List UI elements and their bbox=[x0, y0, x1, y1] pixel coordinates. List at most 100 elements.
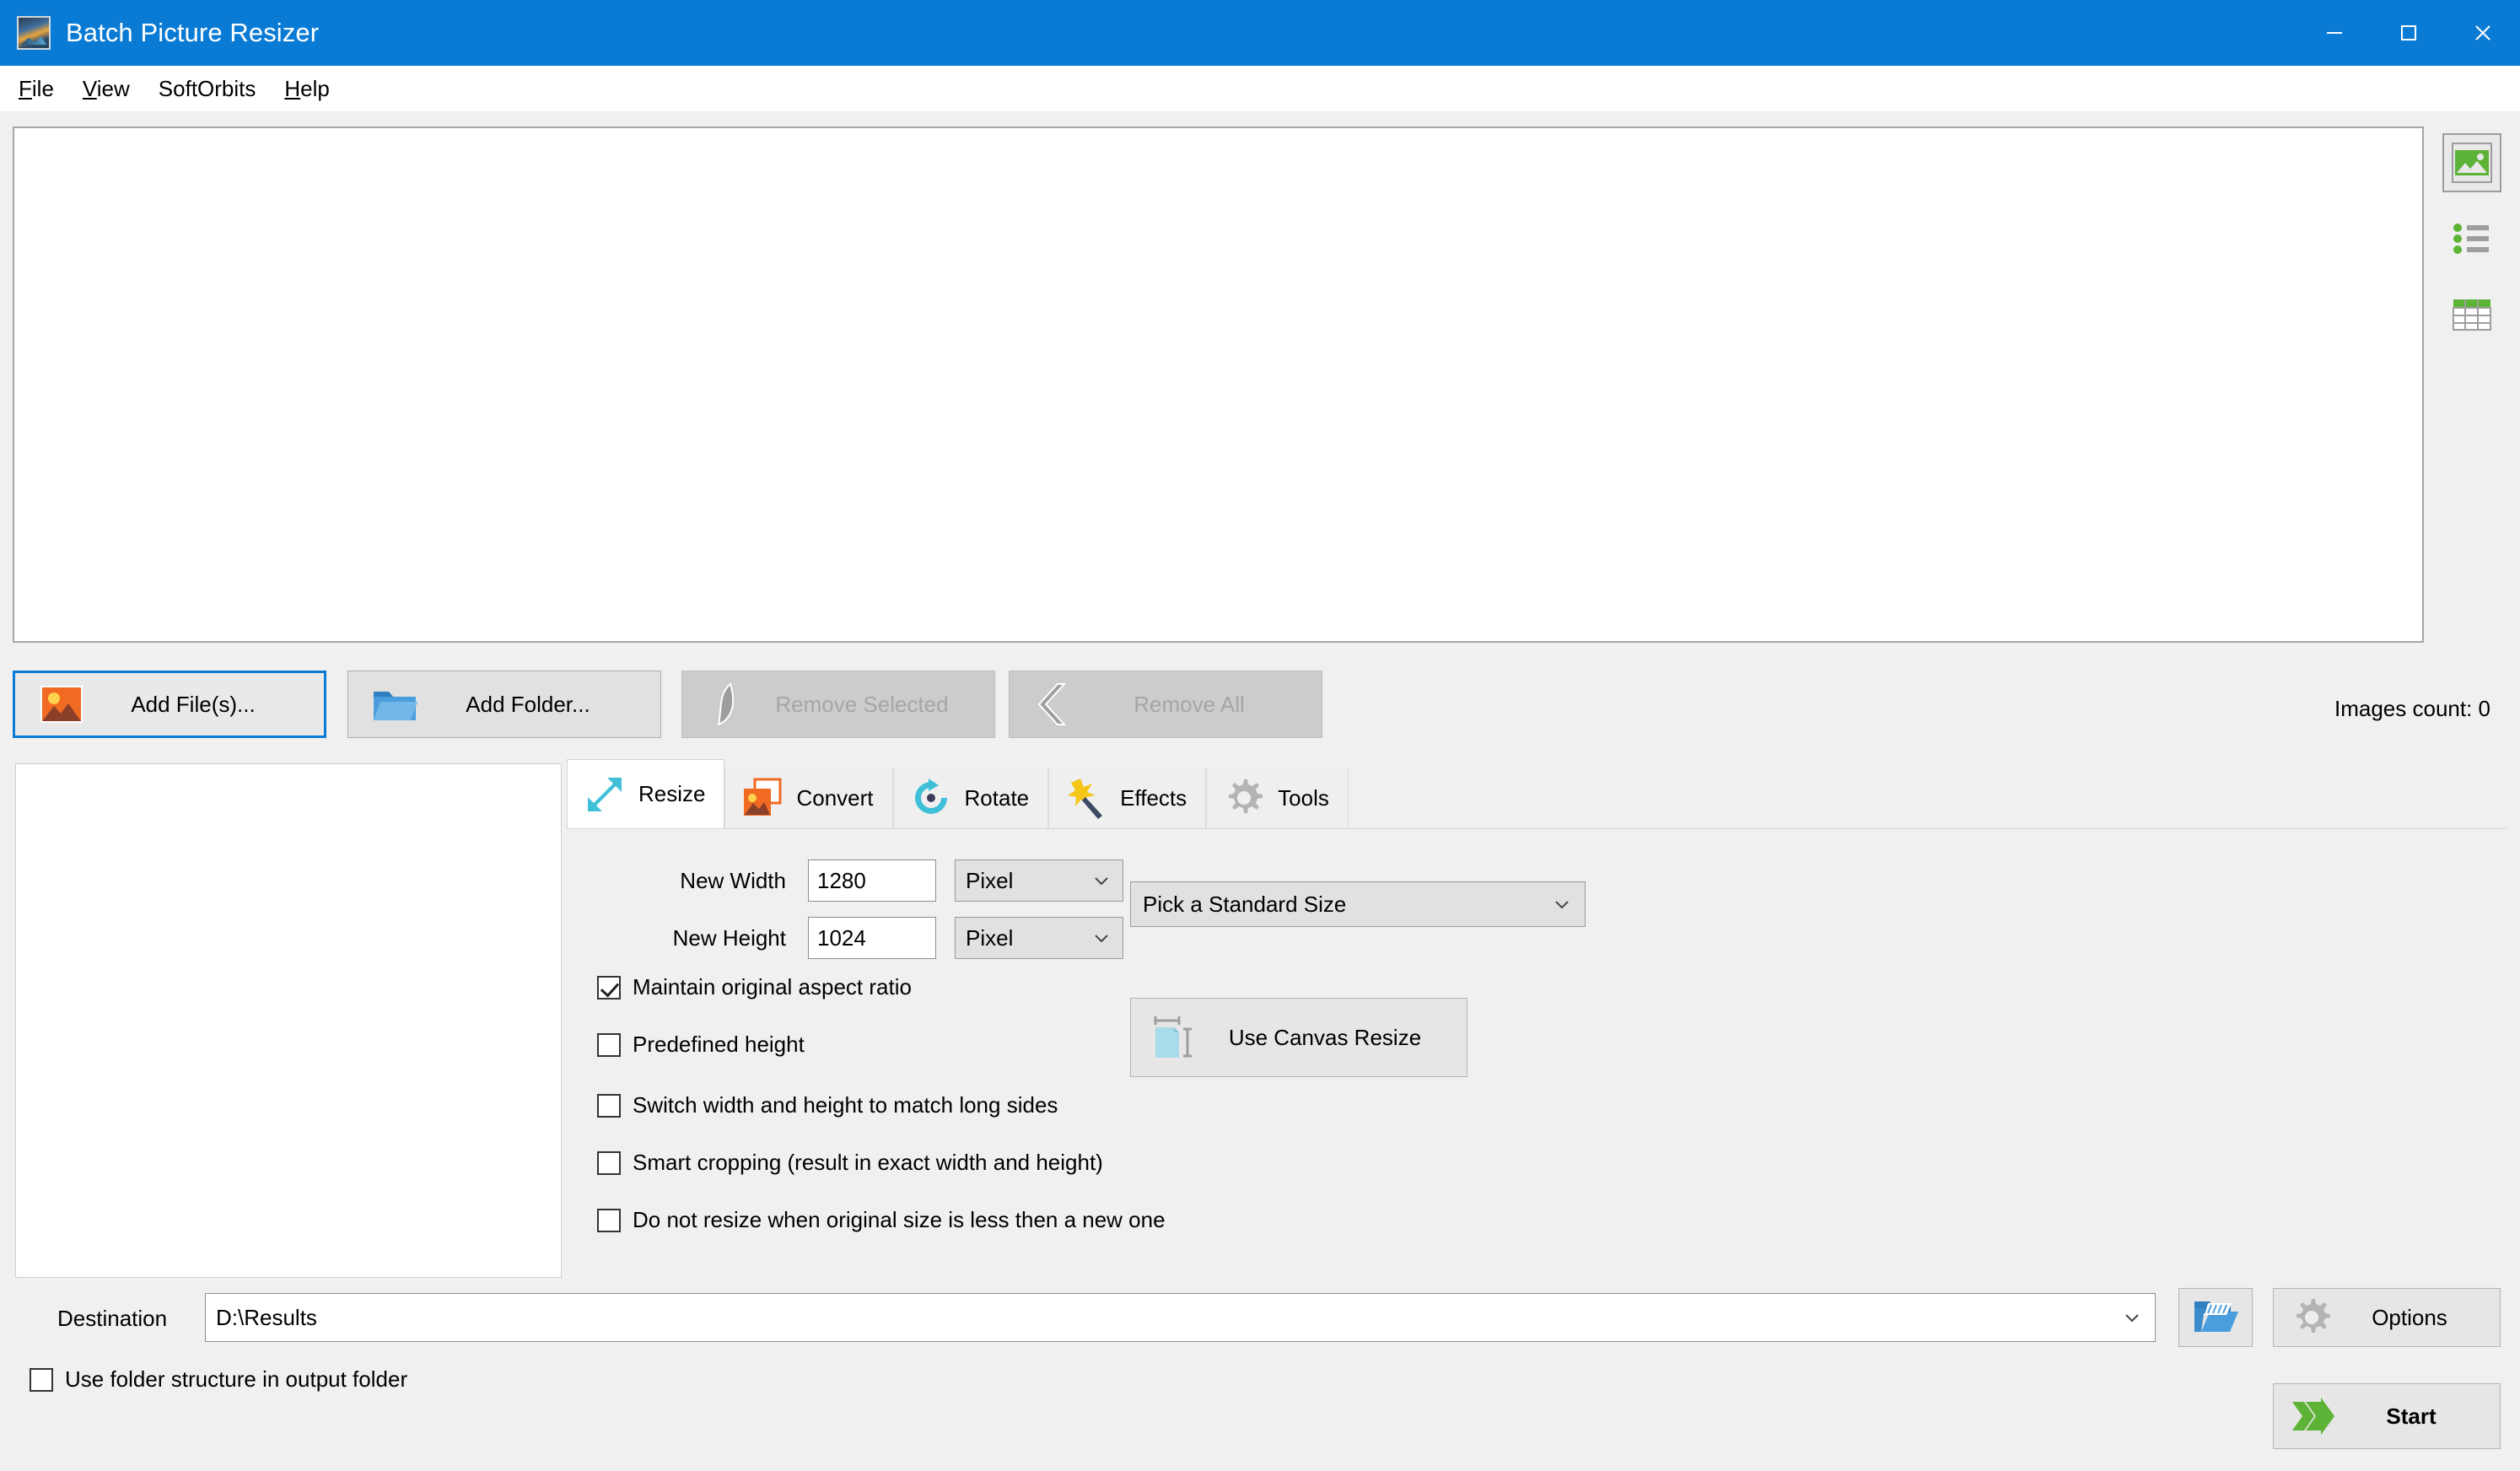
window-title: Batch Picture Resizer bbox=[66, 18, 320, 47]
options-label: Options bbox=[2372, 1304, 2447, 1330]
add-files-button[interactable]: Add File(s)... bbox=[13, 671, 326, 738]
options-button[interactable]: Options bbox=[2273, 1288, 2501, 1347]
file-list-box[interactable] bbox=[13, 127, 2424, 643]
menu-item-view[interactable]: View bbox=[68, 71, 144, 107]
menu-item-file-rest: ile bbox=[31, 75, 54, 101]
tab-tools-label: Tools bbox=[1278, 784, 1329, 811]
new-width-unit-value: Pixel bbox=[966, 867, 1014, 893]
chevron-down-icon bbox=[1551, 893, 1573, 915]
menu-bar: File View SoftOrbits Help bbox=[0, 66, 2520, 111]
tab-convert-label: Convert bbox=[796, 784, 874, 811]
start-button[interactable]: Start bbox=[2273, 1383, 2501, 1449]
checkbox-box bbox=[597, 1032, 621, 1057]
tab-rotate-label: Rotate bbox=[964, 784, 1030, 811]
checkbox-box bbox=[30, 1367, 53, 1392]
checkbox-use-folder-structure-label: Use folder structure in output folder bbox=[65, 1366, 408, 1392]
checkbox-switch-width-height[interactable]: Switch width and height to match long si… bbox=[597, 1092, 1058, 1118]
magic-wand-icon bbox=[1063, 774, 1110, 822]
remove-all-label: Remove All bbox=[1133, 691, 1245, 717]
tab-resize-label: Resize bbox=[638, 781, 706, 806]
checkbox-box bbox=[597, 1093, 621, 1118]
menu-item-help[interactable]: Help bbox=[270, 71, 343, 107]
checkbox-smart-cropping-label: Smart cropping (result in exact width an… bbox=[633, 1150, 1103, 1175]
new-width-input[interactable]: 1280 bbox=[808, 859, 936, 902]
convert-image-icon bbox=[739, 774, 786, 822]
destination-value: D:\Results bbox=[216, 1304, 317, 1330]
destination-label: Destination bbox=[57, 1306, 168, 1331]
tab-convert[interactable]: Convert bbox=[724, 768, 893, 828]
preview-panel bbox=[15, 763, 562, 1278]
use-canvas-resize-button[interactable]: Use Canvas Resize bbox=[1130, 998, 1467, 1077]
menu-item-softorbits[interactable]: SoftOrbits bbox=[144, 71, 271, 107]
add-folder-button[interactable]: Add Folder... bbox=[347, 671, 661, 738]
maximize-icon[interactable] bbox=[2372, 0, 2446, 66]
remove-selected-icon bbox=[704, 680, 753, 729]
checkbox-maintain-aspect-ratio[interactable]: Maintain original aspect ratio bbox=[597, 974, 912, 1000]
destination-input[interactable]: D:\Results bbox=[205, 1293, 2156, 1342]
menu-item-view-rest: iew bbox=[96, 75, 130, 101]
folder-icon bbox=[370, 680, 419, 729]
remove-selected-button[interactable]: Remove Selected bbox=[681, 671, 995, 738]
gear-icon bbox=[1220, 774, 1268, 822]
rotate-arrow-icon bbox=[907, 774, 955, 822]
tab-rotate[interactable]: Rotate bbox=[892, 768, 1049, 828]
new-height-unit-select[interactable]: Pixel bbox=[955, 917, 1123, 959]
menu-item-file[interactable]: File bbox=[4, 71, 68, 107]
window-controls bbox=[2297, 0, 2520, 66]
images-count-label: Images count: 0 bbox=[2334, 696, 2490, 721]
browse-destination-button[interactable] bbox=[2178, 1288, 2253, 1347]
standard-size-value: Pick a Standard Size bbox=[1143, 891, 1347, 917]
checkbox-box bbox=[597, 975, 621, 1000]
tab-strip: Resize Convert Rotate Effects Tools bbox=[567, 759, 1349, 828]
title-bar: Batch Picture Resizer bbox=[0, 0, 2520, 66]
settings-tab-area: Resize Convert Rotate Effects Tools New … bbox=[567, 759, 2507, 1280]
resize-panel: New Width 1280 Pixel New Height 1024 Pix… bbox=[567, 828, 2507, 1280]
application-window: Batch Picture Resizer File View SoftOrbi… bbox=[0, 0, 2520, 1471]
checkbox-maintain-aspect-ratio-label: Maintain original aspect ratio bbox=[633, 974, 912, 1000]
tab-effects[interactable]: Effects bbox=[1048, 768, 1207, 828]
menu-item-softorbits-label: SoftOrbits bbox=[158, 75, 256, 101]
canvas-resize-icon bbox=[1148, 1011, 1200, 1064]
details-view-icon[interactable] bbox=[2442, 285, 2501, 344]
start-label: Start bbox=[2386, 1403, 2437, 1429]
remove-all-button[interactable]: Remove All bbox=[1009, 671, 1322, 738]
new-width-label: New Width bbox=[680, 867, 786, 893]
file-action-buttons: Add File(s)... Add Folder... Remove Sele… bbox=[0, 671, 2520, 746]
add-folder-label: Add Folder... bbox=[466, 691, 590, 717]
tab-resize[interactable]: Resize bbox=[567, 759, 725, 828]
new-width-unit-select[interactable]: Pixel bbox=[955, 859, 1123, 902]
app-picture-icon bbox=[17, 16, 51, 50]
new-height-input[interactable]: 1024 bbox=[808, 917, 936, 959]
gear-icon bbox=[2289, 1295, 2334, 1340]
minimize-icon[interactable] bbox=[2297, 0, 2372, 66]
checkbox-box bbox=[597, 1208, 621, 1232]
standard-size-select[interactable]: Pick a Standard Size bbox=[1130, 881, 1586, 927]
list-view-icon[interactable] bbox=[2442, 209, 2501, 268]
chevron-down-icon bbox=[1090, 870, 1112, 892]
thumbnail-view-icon[interactable] bbox=[2442, 133, 2501, 192]
checkbox-predefined-height[interactable]: Predefined height bbox=[597, 1032, 805, 1058]
new-height-unit-value: Pixel bbox=[966, 924, 1014, 951]
tab-tools[interactable]: Tools bbox=[1206, 768, 1349, 828]
remove-selected-label: Remove Selected bbox=[775, 691, 949, 717]
open-folder-icon bbox=[2193, 1296, 2238, 1339]
checkbox-smart-cropping[interactable]: Smart cropping (result in exact width an… bbox=[597, 1150, 1103, 1176]
checkbox-switch-width-height-label: Switch width and height to match long si… bbox=[633, 1092, 1058, 1118]
checkbox-do-not-resize-label: Do not resize when original size is less… bbox=[633, 1207, 1166, 1232]
checkbox-predefined-height-label: Predefined height bbox=[633, 1032, 805, 1057]
resize-arrows-icon bbox=[581, 771, 628, 818]
use-canvas-resize-label: Use Canvas Resize bbox=[1228, 1024, 1422, 1050]
new-width-row: New Width 1280 Pixel bbox=[626, 859, 1123, 902]
checkbox-box bbox=[597, 1150, 621, 1175]
tab-effects-label: Effects bbox=[1120, 784, 1187, 811]
add-files-label: Add File(s)... bbox=[131, 691, 256, 717]
menu-item-help-rest: elp bbox=[300, 75, 330, 101]
remove-all-icon bbox=[1031, 680, 1080, 729]
picture-icon bbox=[37, 680, 86, 729]
close-icon[interactable] bbox=[2446, 0, 2520, 66]
chevron-down-icon bbox=[2121, 1307, 2143, 1328]
new-height-label: New Height bbox=[672, 924, 786, 951]
view-mode-buttons bbox=[2437, 133, 2507, 344]
checkbox-use-folder-structure[interactable]: Use folder structure in output folder bbox=[30, 1366, 407, 1393]
checkbox-do-not-resize[interactable]: Do not resize when original size is less… bbox=[597, 1207, 1166, 1233]
